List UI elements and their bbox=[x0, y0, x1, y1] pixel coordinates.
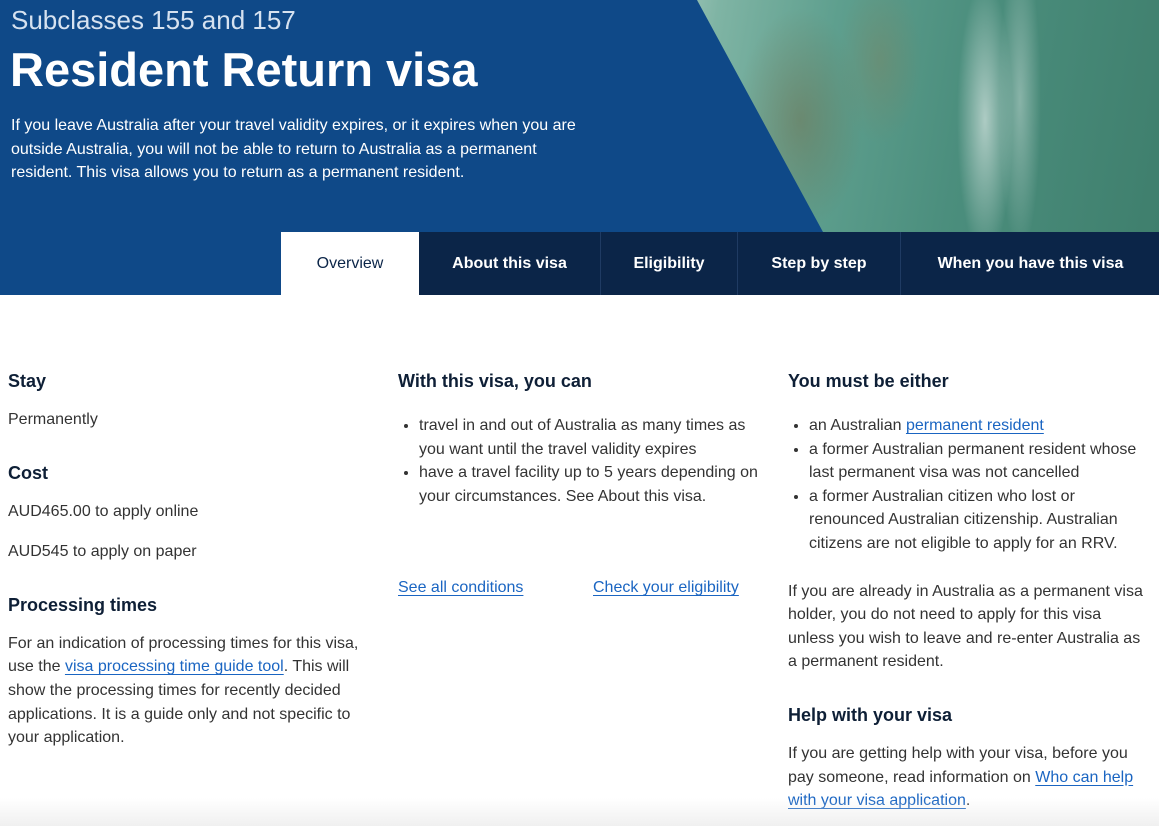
list-item: a former Australian permanent resident w… bbox=[809, 438, 1150, 485]
cost-online: AUD465.00 to apply online bbox=[8, 502, 199, 520]
permanent-resident-link[interactable]: permanent resident bbox=[906, 417, 1044, 434]
check-eligibility-link[interactable]: Check your eligibility bbox=[593, 576, 739, 600]
see-all-conditions-link[interactable]: See all conditions bbox=[398, 576, 523, 600]
list-item: have a travel facility up to 5 years dep… bbox=[419, 461, 768, 508]
list-item: a former Australian citizen who lost or … bbox=[809, 485, 1150, 556]
list-item: travel in and out of Australia as many t… bbox=[419, 414, 768, 461]
tab-step-by-step[interactable]: Step by step bbox=[738, 232, 901, 295]
with-visa-heading: With this visa, you can bbox=[398, 371, 592, 391]
with-visa-list: travel in and out of Australia as many t… bbox=[398, 414, 768, 508]
list-item: an Australian permanent resident bbox=[809, 414, 1150, 438]
tab-eligibility[interactable]: Eligibility bbox=[601, 232, 738, 295]
visa-summary-column: Stay Permanently Cost AUD465.00 to apply… bbox=[8, 368, 378, 750]
processing-heading: Processing times bbox=[8, 594, 158, 615]
hero-intro: If you leave Australia after your travel… bbox=[11, 117, 576, 181]
cost-paper: AUD545 to apply on paper bbox=[8, 543, 197, 561]
page-title: Resident Return visa bbox=[10, 43, 478, 96]
visa-tabs: Overview About this visa Eligibility Ste… bbox=[281, 232, 1159, 295]
stay-value: Permanently bbox=[8, 411, 98, 428]
must-be-list: an Australian permanent resident a forme… bbox=[788, 414, 1150, 556]
cost-heading: Cost bbox=[8, 462, 48, 483]
processing-time-tool-link[interactable]: visa processing time guide tool bbox=[65, 658, 284, 675]
visa-subclass-subtitle: Subclasses 155 and 157 bbox=[11, 5, 296, 35]
help-text: If you are getting help with your visa, … bbox=[788, 744, 1134, 810]
help-heading: Help with your visa bbox=[788, 704, 953, 725]
tab-when-you-have-this-visa[interactable]: When you have this visa bbox=[901, 232, 1159, 295]
processing-text: For an indication of processing times fo… bbox=[8, 634, 359, 747]
stay-heading: Stay bbox=[8, 371, 47, 391]
already-in-australia-note: If you are already in Australia as a per… bbox=[788, 582, 1143, 671]
with-visa-column: With this visa, you can travel in and ou… bbox=[398, 368, 768, 596]
tab-about-this-visa[interactable]: About this visa bbox=[419, 232, 601, 295]
requirements-column: You must be either an Australian permane… bbox=[788, 368, 1150, 813]
must-be-heading: You must be either bbox=[788, 371, 949, 391]
tab-overview[interactable]: Overview bbox=[281, 232, 419, 295]
